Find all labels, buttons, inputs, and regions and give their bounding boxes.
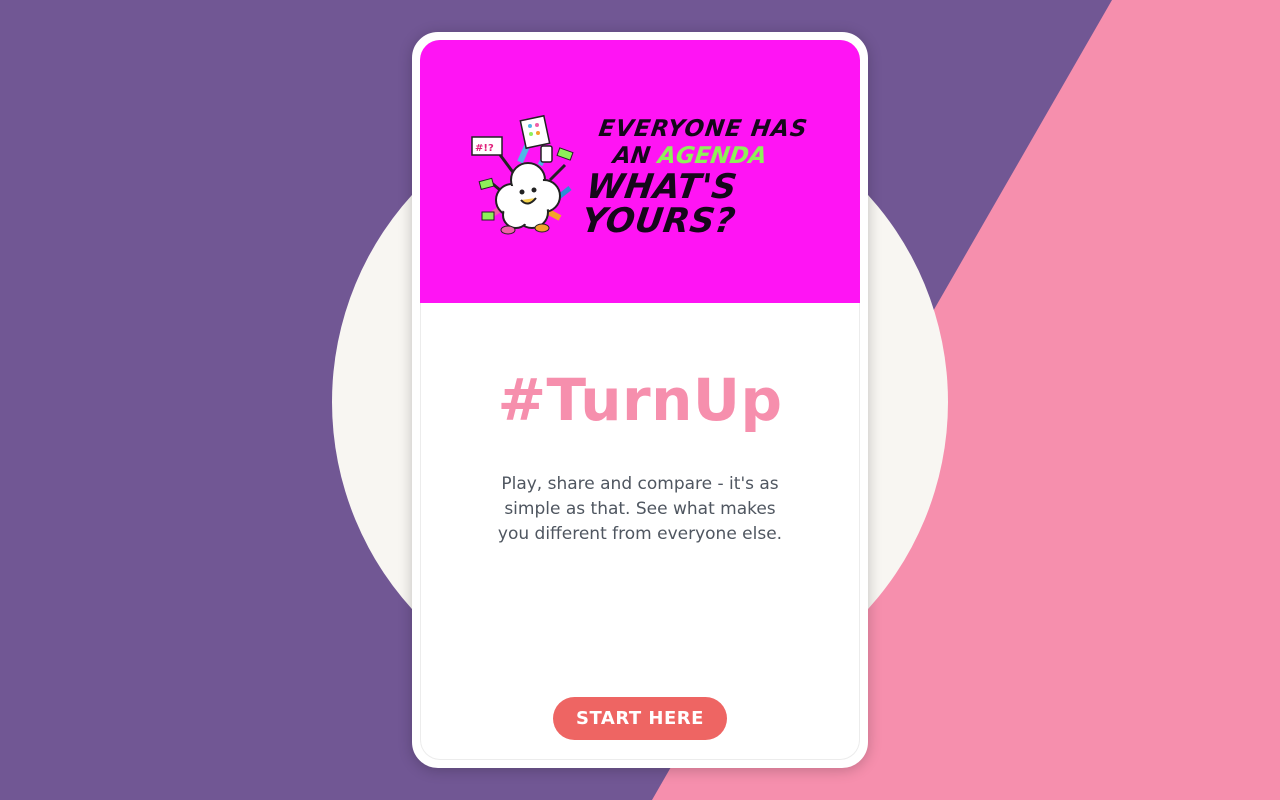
welcome-card: #!? EVERYONE HAS AN AGENDA WHAT'S YOURS?… bbox=[412, 32, 868, 768]
page-title: #TurnUp bbox=[497, 366, 783, 434]
tagline-line-3: What's yours? bbox=[579, 167, 740, 241]
tagline-agenda-highlight: Agenda bbox=[656, 143, 769, 169]
card-content: #!? EVERYONE HAS AN AGENDA WHAT'S YOURS?… bbox=[420, 40, 860, 760]
start-here-button[interactable]: START HERE bbox=[553, 697, 727, 740]
tagline-line-2-prefix: an bbox=[611, 143, 652, 169]
page-background: #!? EVERYONE HAS AN AGENDA WHAT'S YOURS?… bbox=[0, 0, 1280, 800]
svg-text:#!?: #!? bbox=[475, 143, 494, 154]
banner-tagline: Everyone has an Agenda What's yours? bbox=[579, 116, 837, 241]
tagline-line-2: an Agenda bbox=[611, 143, 832, 169]
hero-banner: #!? EVERYONE HAS AN AGENDA WHAT'S YOURS? bbox=[420, 40, 860, 303]
page-description: Play, share and compare - it's as simple… bbox=[497, 474, 783, 544]
tagline-line-1: Everyone has bbox=[597, 116, 810, 142]
